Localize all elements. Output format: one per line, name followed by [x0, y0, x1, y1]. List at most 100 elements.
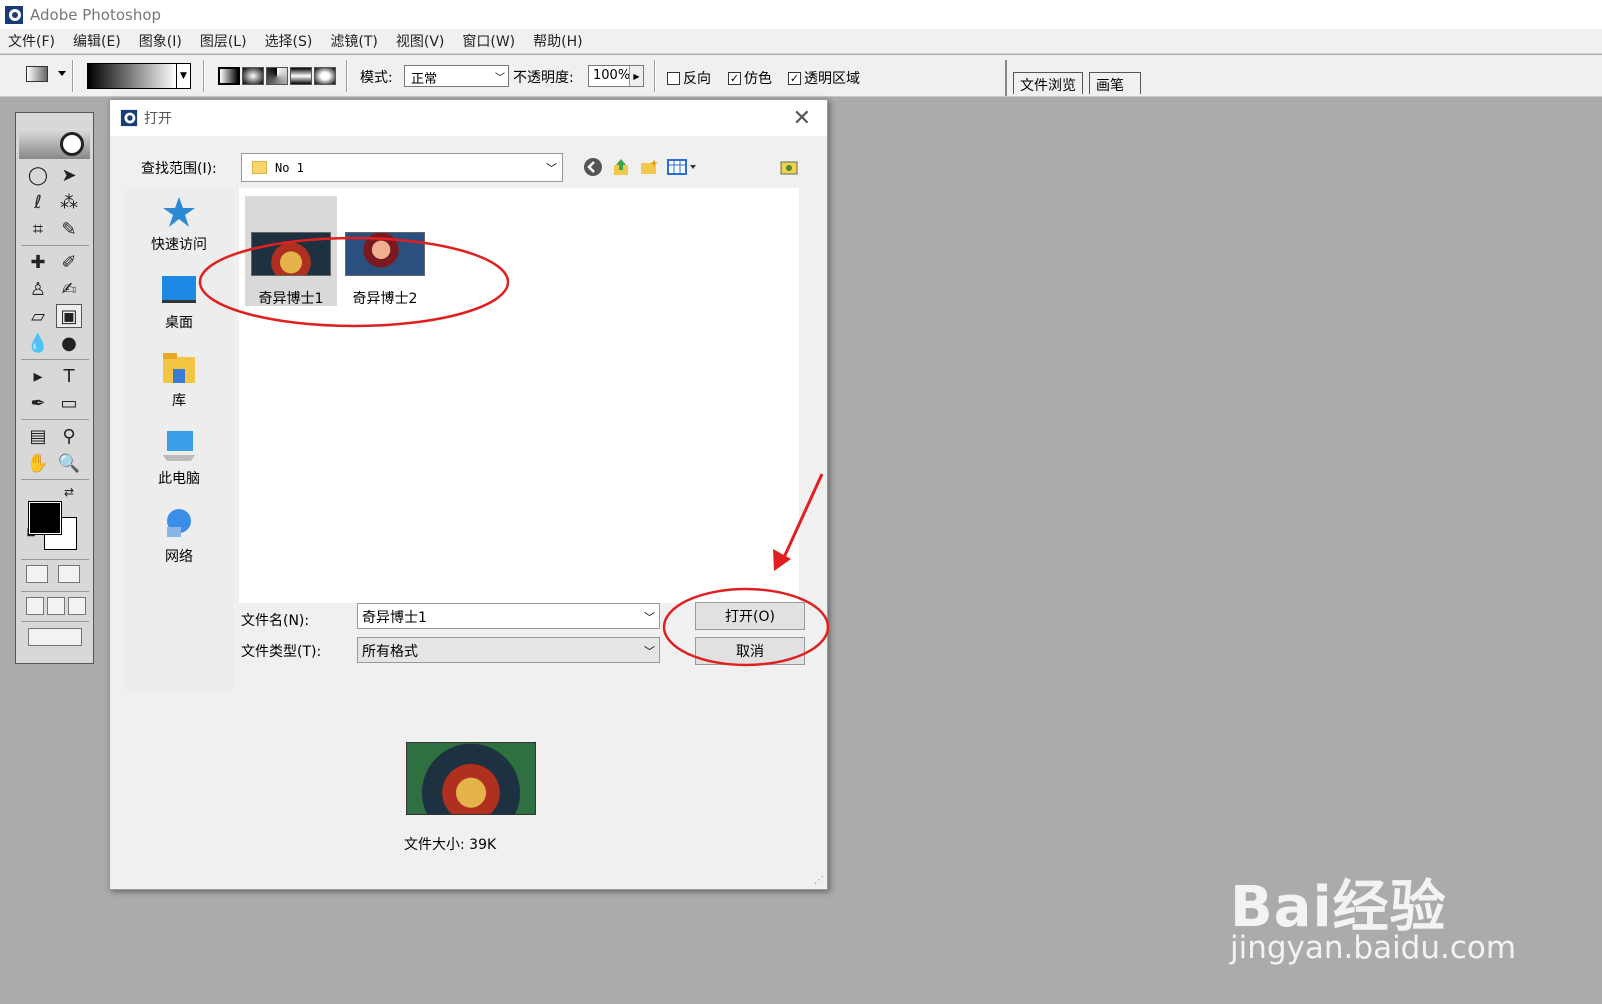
chevron-down-icon: ﹀ — [495, 73, 505, 84]
swap-colors-icon[interactable]: ⇄ — [61, 485, 77, 499]
full-screen-menu-mode-button[interactable] — [47, 597, 65, 615]
library-icon — [159, 350, 199, 386]
eyedropper-tool-icon[interactable]: ⚲ — [56, 424, 82, 448]
reverse-checkbox[interactable]: 反向 — [667, 68, 711, 88]
menu-view[interactable]: 视图(V) — [396, 31, 445, 51]
healing-brush-tool-icon[interactable]: ✚ — [25, 250, 51, 274]
options-separator — [654, 60, 656, 92]
app-titlebar: Adobe Photoshop — [0, 0, 1602, 29]
crop-tool-icon[interactable]: ⌗ — [25, 217, 51, 241]
dither-checkbox-box[interactable]: ✓ — [728, 71, 741, 85]
options-separator — [203, 60, 205, 92]
angle-gradient-button[interactable] — [266, 67, 288, 85]
palette-well: 文件浏览 画笔 — [1005, 60, 1602, 96]
move-tool-icon[interactable]: ➤ — [56, 163, 82, 187]
place-library[interactable]: 库 — [124, 350, 234, 410]
look-in-value: No 1 — [275, 160, 304, 175]
open-button[interactable]: 打开(O) — [695, 602, 805, 630]
place-desktop[interactable]: 桌面 — [124, 272, 234, 332]
tab-file-browser[interactable]: 文件浏览 — [1013, 72, 1083, 94]
look-in-label: 查找范围(I): — [141, 161, 217, 177]
chevron-down-icon: ﹀ — [644, 611, 655, 624]
quick-mask-mode-button[interactable] — [58, 565, 80, 583]
place-network[interactable]: 网络 — [124, 506, 234, 566]
menu-select[interactable]: 选择(S) — [265, 31, 313, 51]
tool-preset-dropdown-icon[interactable] — [58, 71, 66, 76]
clone-stamp-tool-icon[interactable]: ♙ — [25, 277, 51, 301]
hand-tool-icon[interactable]: ✋ — [25, 451, 51, 475]
tool-separator — [21, 591, 89, 592]
brush-tool-icon[interactable]: ✐ — [56, 250, 82, 274]
tab-brushes[interactable]: 画笔 — [1089, 72, 1141, 94]
history-brush-tool-icon[interactable]: ✍ — [56, 277, 82, 301]
reflected-gradient-button[interactable] — [290, 67, 312, 85]
tool-separator — [21, 359, 89, 360]
close-icon[interactable]: ✕ — [793, 106, 811, 131]
full-screen-mode-button[interactable] — [68, 597, 86, 615]
menu-help[interactable]: 帮助(H) — [533, 31, 582, 51]
dither-checkbox[interactable]: ✓ 仿色 — [728, 68, 772, 88]
opacity-field[interactable]: 100% ▶ — [588, 65, 644, 87]
notes-tool-icon[interactable]: ▤ — [25, 424, 51, 448]
chevron-down-icon: ﹀ — [546, 162, 557, 175]
file-name-input[interactable]: 奇异博士1 ﹀ — [357, 603, 660, 629]
look-in-select[interactable]: No 1 ﹀ — [241, 153, 563, 182]
file-type-select[interactable]: 所有格式 ﹀ — [357, 637, 660, 663]
magic-wand-tool-icon[interactable]: ⁂ — [56, 190, 82, 214]
view-menu-icon[interactable] — [666, 156, 700, 178]
pen-tool-icon[interactable]: ✒ — [25, 391, 51, 415]
back-icon[interactable] — [582, 156, 604, 178]
slice-tool-icon[interactable]: ✎ — [56, 217, 82, 241]
lasso-tool-icon[interactable]: ℓ — [25, 190, 51, 214]
file-size-text: 文件大小: 39K — [404, 837, 497, 853]
gradient-picker[interactable] — [87, 63, 177, 89]
cancel-button[interactable]: 取消 — [695, 637, 805, 665]
menu-file[interactable]: 文件(F) — [8, 31, 55, 51]
standard-screen-mode-button[interactable] — [26, 597, 44, 615]
menu-window[interactable]: 窗口(W) — [462, 31, 515, 51]
path-selection-tool-icon[interactable]: ▸ — [25, 364, 51, 388]
marquee-tool-icon[interactable]: ◯ — [25, 163, 51, 187]
dither-label: 仿色 — [744, 71, 772, 87]
this-pc-icon — [159, 428, 199, 464]
dodge-tool-icon[interactable]: ● — [56, 331, 82, 355]
toolbox: ◯ ➤ ℓ ⁂ ⌗ ✎ ✚ ✐ ♙ ✍ ▱ ▣ 💧 ● ▸ T ✒ ▭ ▤ ⚲ … — [15, 112, 94, 664]
place-quick-access[interactable]: 快速访问 — [124, 194, 234, 254]
transparency-label: 透明区域 — [804, 71, 860, 87]
linear-gradient-button[interactable] — [218, 67, 240, 85]
file-item-1[interactable]: 奇异博士1 — [245, 196, 337, 307]
shape-tool-icon[interactable]: ▭ — [56, 391, 82, 415]
opacity-slider-arrow-icon[interactable]: ▶ — [629, 66, 643, 86]
gradient-picker-dropdown-icon[interactable]: ▼ — [176, 63, 191, 89]
foreground-color-swatch[interactable] — [28, 501, 62, 535]
reverse-checkbox-box[interactable] — [667, 71, 680, 85]
dialog-title: 打开 — [144, 111, 172, 127]
place-this-pc[interactable]: 此电脑 — [124, 428, 234, 488]
resize-grip-icon[interactable]: ⋰ — [814, 875, 824, 886]
mode-select[interactable]: 正常 ﹀ — [404, 65, 509, 87]
diamond-gradient-button[interactable] — [314, 67, 336, 85]
jump-to-imageready-button[interactable] — [28, 628, 82, 646]
favorite-folder-icon[interactable] — [778, 156, 800, 178]
zoom-tool-icon[interactable]: 🔍 — [56, 451, 82, 475]
blur-tool-icon[interactable]: 💧 — [25, 331, 51, 355]
menu-layer[interactable]: 图层(L) — [200, 31, 247, 51]
radial-gradient-button[interactable] — [242, 67, 264, 85]
menu-image[interactable]: 图象(I) — [139, 31, 182, 51]
type-tool-icon[interactable]: T — [56, 364, 82, 388]
standard-mode-button[interactable] — [26, 565, 48, 583]
transparency-checkbox[interactable]: ✓ 透明区域 — [788, 68, 860, 88]
transparency-checkbox-box[interactable]: ✓ — [788, 71, 801, 85]
eraser-tool-icon[interactable]: ▱ — [25, 304, 51, 328]
file-item-2[interactable]: 奇异博士2 — [339, 196, 431, 307]
places-bar: 快速访问 桌面 库 此电脑 网络 — [124, 188, 234, 691]
menu-edit[interactable]: 编辑(E) — [73, 31, 121, 51]
gradient-tool-preset-icon[interactable] — [26, 66, 48, 82]
file-thumbnail — [251, 232, 331, 276]
menu-filter[interactable]: 滤镜(T) — [330, 31, 377, 51]
up-one-level-icon[interactable] — [610, 156, 632, 178]
tool-separator — [21, 419, 89, 420]
gradient-tool-icon[interactable]: ▣ — [56, 304, 82, 328]
options-separator — [346, 60, 348, 92]
new-folder-icon[interactable] — [638, 156, 660, 178]
